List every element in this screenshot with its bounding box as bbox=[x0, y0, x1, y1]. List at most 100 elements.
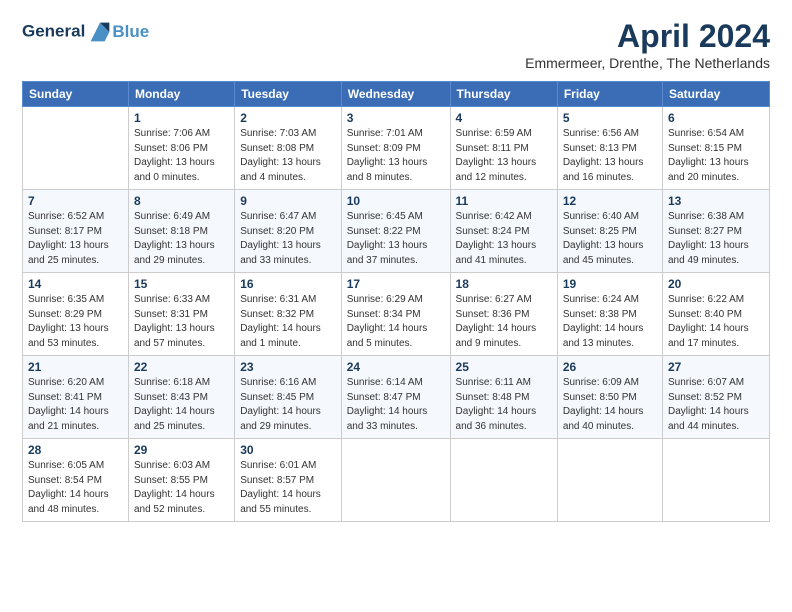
day-info: Sunrise: 6:38 AM Sunset: 8:27 PM Dayligh… bbox=[668, 210, 764, 268]
day-number: 28 bbox=[28, 443, 123, 457]
daylight-text: Daylight: 14 hours and 5 minutes. bbox=[347, 323, 428, 349]
daylight-text: Daylight: 14 hours and 17 minutes. bbox=[668, 323, 749, 349]
sunset-text: Sunset: 8:55 PM bbox=[134, 475, 208, 486]
sunrise-text: Sunrise: 6:31 AM bbox=[240, 294, 316, 305]
day-info: Sunrise: 6:42 AM Sunset: 8:24 PM Dayligh… bbox=[456, 210, 552, 268]
day-number: 21 bbox=[28, 360, 123, 374]
day-info: Sunrise: 6:33 AM Sunset: 8:31 PM Dayligh… bbox=[134, 293, 229, 351]
weekday-header-cell: Friday bbox=[557, 82, 662, 107]
sunrise-text: Sunrise: 7:06 AM bbox=[134, 128, 210, 139]
calendar-day-cell bbox=[450, 439, 557, 522]
calendar-day-cell: 18 Sunrise: 6:27 AM Sunset: 8:36 PM Dayl… bbox=[450, 273, 557, 356]
calendar-day-cell: 11 Sunrise: 6:42 AM Sunset: 8:24 PM Dayl… bbox=[450, 190, 557, 273]
calendar-day-cell: 28 Sunrise: 6:05 AM Sunset: 8:54 PM Dayl… bbox=[23, 439, 129, 522]
calendar-day-cell: 23 Sunrise: 6:16 AM Sunset: 8:45 PM Dayl… bbox=[235, 356, 342, 439]
calendar-day-cell bbox=[557, 439, 662, 522]
daylight-text: Daylight: 14 hours and 29 minutes. bbox=[240, 406, 321, 432]
day-number: 1 bbox=[134, 111, 229, 125]
daylight-text: Daylight: 14 hours and 1 minute. bbox=[240, 323, 321, 349]
sunset-text: Sunset: 8:15 PM bbox=[668, 143, 742, 154]
sunset-text: Sunset: 8:29 PM bbox=[28, 309, 102, 320]
title-block: April 2024 Emmermeer, Drenthe, The Nethe… bbox=[525, 18, 770, 71]
day-info: Sunrise: 6:07 AM Sunset: 8:52 PM Dayligh… bbox=[668, 376, 764, 434]
day-info: Sunrise: 6:09 AM Sunset: 8:50 PM Dayligh… bbox=[563, 376, 657, 434]
sunset-text: Sunset: 8:22 PM bbox=[347, 226, 421, 237]
day-info: Sunrise: 6:56 AM Sunset: 8:13 PM Dayligh… bbox=[563, 127, 657, 185]
day-info: Sunrise: 6:47 AM Sunset: 8:20 PM Dayligh… bbox=[240, 210, 336, 268]
daylight-text: Daylight: 13 hours and 12 minutes. bbox=[456, 157, 537, 183]
daylight-text: Daylight: 13 hours and 25 minutes. bbox=[28, 240, 109, 266]
sunrise-text: Sunrise: 6:49 AM bbox=[134, 211, 210, 222]
day-info: Sunrise: 6:05 AM Sunset: 8:54 PM Dayligh… bbox=[28, 459, 123, 517]
daylight-text: Daylight: 13 hours and 33 minutes. bbox=[240, 240, 321, 266]
sunrise-text: Sunrise: 6:22 AM bbox=[668, 294, 744, 305]
day-number: 4 bbox=[456, 111, 552, 125]
daylight-text: Daylight: 14 hours and 25 minutes. bbox=[134, 406, 215, 432]
daylight-text: Daylight: 13 hours and 37 minutes. bbox=[347, 240, 428, 266]
daylight-text: Daylight: 14 hours and 21 minutes. bbox=[28, 406, 109, 432]
day-number: 14 bbox=[28, 277, 123, 291]
day-info: Sunrise: 6:14 AM Sunset: 8:47 PM Dayligh… bbox=[347, 376, 445, 434]
sunrise-text: Sunrise: 6:14 AM bbox=[347, 377, 423, 388]
day-info: Sunrise: 7:06 AM Sunset: 8:06 PM Dayligh… bbox=[134, 127, 229, 185]
day-info: Sunrise: 6:11 AM Sunset: 8:48 PM Dayligh… bbox=[456, 376, 552, 434]
day-number: 11 bbox=[456, 194, 552, 208]
sunrise-text: Sunrise: 6:09 AM bbox=[563, 377, 639, 388]
calendar-day-cell: 26 Sunrise: 6:09 AM Sunset: 8:50 PM Dayl… bbox=[557, 356, 662, 439]
calendar-day-cell bbox=[23, 107, 129, 190]
sunrise-text: Sunrise: 6:42 AM bbox=[456, 211, 532, 222]
header: General Blue April 2024 Emmermeer, Drent… bbox=[22, 18, 770, 71]
sunset-text: Sunset: 8:34 PM bbox=[347, 309, 421, 320]
day-number: 17 bbox=[347, 277, 445, 291]
weekday-header-cell: Saturday bbox=[662, 82, 769, 107]
sunrise-text: Sunrise: 6:05 AM bbox=[28, 460, 104, 471]
day-number: 9 bbox=[240, 194, 336, 208]
sunrise-text: Sunrise: 6:01 AM bbox=[240, 460, 316, 471]
sunrise-text: Sunrise: 6:07 AM bbox=[668, 377, 744, 388]
weekday-header-cell: Sunday bbox=[23, 82, 129, 107]
sunrise-text: Sunrise: 6:20 AM bbox=[28, 377, 104, 388]
sunset-text: Sunset: 8:43 PM bbox=[134, 392, 208, 403]
sunrise-text: Sunrise: 6:47 AM bbox=[240, 211, 316, 222]
sunrise-text: Sunrise: 7:01 AM bbox=[347, 128, 423, 139]
calendar-day-cell: 1 Sunrise: 7:06 AM Sunset: 8:06 PM Dayli… bbox=[128, 107, 234, 190]
daylight-text: Daylight: 13 hours and 53 minutes. bbox=[28, 323, 109, 349]
day-number: 30 bbox=[240, 443, 336, 457]
sunset-text: Sunset: 8:45 PM bbox=[240, 392, 314, 403]
sunrise-text: Sunrise: 6:33 AM bbox=[134, 294, 210, 305]
subtitle: Emmermeer, Drenthe, The Netherlands bbox=[525, 55, 770, 71]
sunset-text: Sunset: 8:06 PM bbox=[134, 143, 208, 154]
calendar-week-row: 28 Sunrise: 6:05 AM Sunset: 8:54 PM Dayl… bbox=[23, 439, 770, 522]
daylight-text: Daylight: 14 hours and 40 minutes. bbox=[563, 406, 644, 432]
day-info: Sunrise: 6:49 AM Sunset: 8:18 PM Dayligh… bbox=[134, 210, 229, 268]
day-number: 15 bbox=[134, 277, 229, 291]
calendar-day-cell: 19 Sunrise: 6:24 AM Sunset: 8:38 PM Dayl… bbox=[557, 273, 662, 356]
day-info: Sunrise: 6:24 AM Sunset: 8:38 PM Dayligh… bbox=[563, 293, 657, 351]
calendar-day-cell: 30 Sunrise: 6:01 AM Sunset: 8:57 PM Dayl… bbox=[235, 439, 342, 522]
day-info: Sunrise: 6:20 AM Sunset: 8:41 PM Dayligh… bbox=[28, 376, 123, 434]
daylight-text: Daylight: 14 hours and 36 minutes. bbox=[456, 406, 537, 432]
calendar-day-cell: 8 Sunrise: 6:49 AM Sunset: 8:18 PM Dayli… bbox=[128, 190, 234, 273]
calendar-week-row: 7 Sunrise: 6:52 AM Sunset: 8:17 PM Dayli… bbox=[23, 190, 770, 273]
calendar-week-row: 14 Sunrise: 6:35 AM Sunset: 8:29 PM Dayl… bbox=[23, 273, 770, 356]
sunrise-text: Sunrise: 6:52 AM bbox=[28, 211, 104, 222]
day-number: 22 bbox=[134, 360, 229, 374]
sunset-text: Sunset: 8:47 PM bbox=[347, 392, 421, 403]
daylight-text: Daylight: 13 hours and 16 minutes. bbox=[563, 157, 644, 183]
sunset-text: Sunset: 8:11 PM bbox=[456, 143, 529, 154]
day-number: 18 bbox=[456, 277, 552, 291]
weekday-header-cell: Thursday bbox=[450, 82, 557, 107]
calendar-day-cell: 9 Sunrise: 6:47 AM Sunset: 8:20 PM Dayli… bbox=[235, 190, 342, 273]
main-title: April 2024 bbox=[525, 18, 770, 55]
sunset-text: Sunset: 8:38 PM bbox=[563, 309, 637, 320]
day-number: 27 bbox=[668, 360, 764, 374]
daylight-text: Daylight: 13 hours and 49 minutes. bbox=[668, 240, 749, 266]
daylight-text: Daylight: 13 hours and 0 minutes. bbox=[134, 157, 215, 183]
sunrise-text: Sunrise: 6:03 AM bbox=[134, 460, 210, 471]
calendar-day-cell: 22 Sunrise: 6:18 AM Sunset: 8:43 PM Dayl… bbox=[128, 356, 234, 439]
weekday-header-cell: Wednesday bbox=[341, 82, 450, 107]
calendar-day-cell bbox=[662, 439, 769, 522]
calendar-day-cell bbox=[341, 439, 450, 522]
calendar-day-cell: 5 Sunrise: 6:56 AM Sunset: 8:13 PM Dayli… bbox=[557, 107, 662, 190]
calendar-day-cell: 21 Sunrise: 6:20 AM Sunset: 8:41 PM Dayl… bbox=[23, 356, 129, 439]
